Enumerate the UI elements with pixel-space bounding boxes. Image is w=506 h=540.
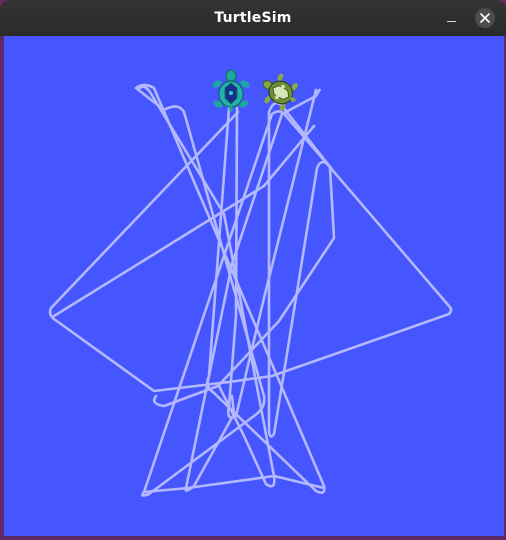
turtle-icon[interactable] <box>209 66 253 114</box>
pen-trail-diagonal-1 <box>138 85 276 488</box>
pen-trail-lower <box>152 166 336 408</box>
turtle-canvas[interactable] <box>4 36 504 536</box>
window-border-left <box>0 36 4 540</box>
minimize-icon <box>446 15 456 22</box>
minimize-button[interactable] <box>440 8 462 28</box>
drawing-surface <box>48 83 453 497</box>
window-title: TurtleSim <box>214 10 292 26</box>
turtlesim-window: TurtleSim <box>0 0 506 540</box>
window-border-bottom <box>0 536 506 540</box>
title-bar[interactable]: TurtleSim <box>0 0 506 36</box>
pen-trail-kite <box>48 83 453 497</box>
close-icon <box>480 13 490 23</box>
close-button[interactable] <box>475 8 495 28</box>
turtle-icon[interactable] <box>260 72 300 112</box>
pen-trail-cross <box>52 124 316 318</box>
